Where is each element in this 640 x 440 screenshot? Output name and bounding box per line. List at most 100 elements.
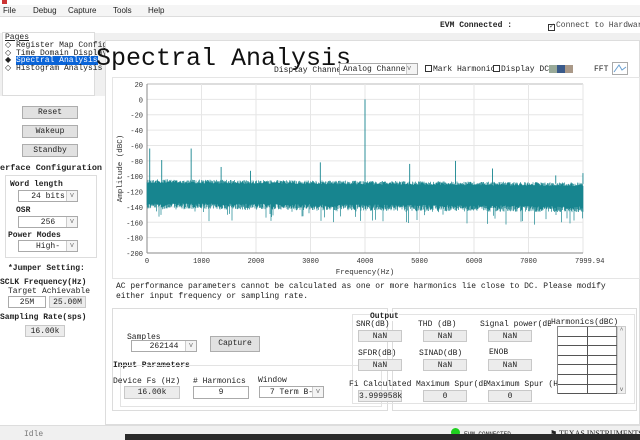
diamond-icon: ◇ — [5, 63, 16, 73]
crosshair-tool-icon[interactable] — [549, 65, 557, 73]
max-spur-hz-value: 0 — [488, 390, 532, 402]
x-tick-label: 3000 — [302, 258, 319, 266]
x-tick-label: 0 — [145, 258, 149, 266]
display-channel-select[interactable]: Analog Channel v — [339, 63, 418, 75]
harmonics-cell — [588, 365, 618, 375]
chevron-down-icon: v — [185, 341, 196, 351]
y-tick-label: -40 — [130, 128, 143, 136]
page-item[interactable]: ◇ Histogram Analysis — [5, 63, 107, 73]
status-text: Idle — [24, 430, 44, 439]
word-length-value: 24 bits — [31, 192, 65, 201]
menu-capture[interactable]: Capture — [68, 6, 96, 15]
snr-value: NaN — [358, 330, 402, 342]
harmonics-scrollbar[interactable]: ^ v — [617, 326, 626, 394]
x-tick-label: 6000 — [466, 258, 483, 266]
enob-label: ENOB — [489, 348, 509, 357]
sampling-rate-value: 16.00k — [25, 325, 65, 337]
osr-select[interactable]: 256 v — [18, 216, 78, 228]
interface-config-title: erface Configuration — [0, 163, 103, 173]
power-modes-label: Power Modes — [8, 231, 61, 240]
word-length-label: Word length — [10, 180, 63, 189]
target-value: 25M — [19, 298, 35, 307]
spectrum-chart[interactable]: 200-20-40-60-80-100-120-140-160-180-2000… — [112, 77, 640, 279]
harmonics-count-stepper[interactable]: 9 — [193, 386, 249, 399]
x-tick-label: 2000 — [248, 258, 265, 266]
word-length-select[interactable]: 24 bits v — [18, 190, 78, 202]
chevron-down-icon: v — [406, 64, 417, 74]
chevron-down-icon: v — [66, 241, 77, 251]
harmonics-cell — [558, 346, 588, 356]
zoom-tool-icon[interactable] — [557, 65, 565, 73]
chevron-down-icon: v — [66, 217, 77, 227]
harmonics-cell — [558, 365, 588, 375]
y-tick-label: -100 — [126, 174, 143, 182]
osr-label: OSR — [16, 206, 31, 215]
harmonics-cell — [588, 384, 618, 395]
harmonics-cell — [588, 346, 618, 356]
samples-select[interactable]: 262144 v — [131, 340, 197, 352]
x-tick-label: 7000 — [520, 258, 537, 266]
jumper-setting-label: *Jumper Setting: — [8, 264, 85, 273]
mark-harmonics-checkbox[interactable]: Mark Harmonics — [425, 65, 500, 74]
menu-file[interactable]: File — [3, 6, 16, 15]
x-tick-label: 1000 — [193, 258, 210, 266]
menu-help[interactable]: Help — [148, 6, 164, 15]
chevron-down-icon: v — [312, 387, 323, 397]
harmonics-cell — [558, 384, 588, 395]
y-tick-label: -160 — [126, 220, 143, 228]
sfdr-label: SFDR(dB) — [358, 349, 397, 358]
display-channel-label: Display Channel — [274, 66, 347, 75]
y-tick-label: -80 — [130, 159, 143, 167]
y-tick-label: 0 — [139, 97, 143, 105]
scroll-up-icon[interactable]: ^ — [618, 327, 625, 334]
harmonics-table[interactable] — [557, 326, 618, 395]
ac-warning-message: AC performance parameters cannot be calc… — [116, 282, 606, 301]
snr-label: SNR(dB) — [356, 320, 390, 329]
menu-bar: File Debug Capture Tools Help — [0, 5, 640, 17]
pan-tool-icon[interactable] — [565, 65, 573, 73]
menu-tools[interactable]: Tools — [113, 6, 132, 15]
standby-button[interactable]: Standby — [22, 144, 78, 157]
window-label: Window — [258, 376, 287, 385]
app-icon — [2, 0, 7, 4]
page-item-label: Histogram Analysis — [15, 63, 103, 73]
display-dc-checkbox[interactable]: Display DC — [493, 65, 549, 74]
harmonics-cell — [588, 336, 618, 347]
fi-calculated-value: 3.999958k — [358, 390, 403, 402]
thd-value: NaN — [423, 330, 467, 342]
sclk-target-stepper[interactable]: 25M — [8, 296, 46, 308]
pages-panel: Pages ◇ Register Map Config ◇ Time Domain… — [2, 32, 107, 96]
fft-plot-toggle-icon[interactable] — [612, 62, 628, 75]
max-spur-dbc-value: 0 — [423, 390, 467, 402]
connect-to-hardware-checkbox[interactable]: ✓Connect to Hardware — [548, 21, 640, 31]
wakeup-button[interactable]: Wakeup — [22, 125, 78, 138]
samples-value: 262144 — [149, 342, 179, 351]
y-tick-label: -200 — [126, 251, 143, 259]
header-bar: EVM Connected : ✓Connect to Hardware — [0, 17, 640, 33]
y-tick-label: -180 — [126, 236, 143, 244]
connect-label: Connect to Hardware — [556, 21, 640, 30]
sinad-value: NaN — [423, 359, 467, 371]
harmonics-cell — [558, 336, 588, 347]
capture-button[interactable]: Capture — [210, 336, 260, 352]
target-label: Target — [8, 287, 37, 296]
x-tick-label: 5000 — [411, 258, 428, 266]
menu-debug[interactable]: Debug — [33, 6, 57, 15]
window-select[interactable]: 7 Term B-v — [259, 386, 324, 398]
osr-value: 256 — [40, 218, 56, 227]
x-axis-label: Frequency(Hz) — [336, 269, 395, 277]
chevron-down-icon: v — [66, 191, 77, 201]
sfdr-value: NaN — [358, 359, 402, 371]
max-spur-hz-label: Maximum Spur (Hz) — [486, 380, 568, 389]
y-tick-label: 20 — [135, 82, 143, 90]
harmonics-cell — [588, 327, 618, 337]
reset-button[interactable]: Reset — [22, 106, 78, 119]
device-fs-label: Device Fs (Hz) — [113, 377, 181, 386]
power-modes-select[interactable]: High-v — [18, 240, 78, 252]
power-modes-value: High- — [35, 242, 60, 251]
scroll-down-icon[interactable]: v — [618, 386, 625, 393]
window-value: 7 Term B- — [269, 388, 314, 397]
y-tick-label: -20 — [130, 113, 143, 121]
harmonics-cell — [588, 355, 618, 366]
harmonics-cell — [588, 375, 618, 385]
